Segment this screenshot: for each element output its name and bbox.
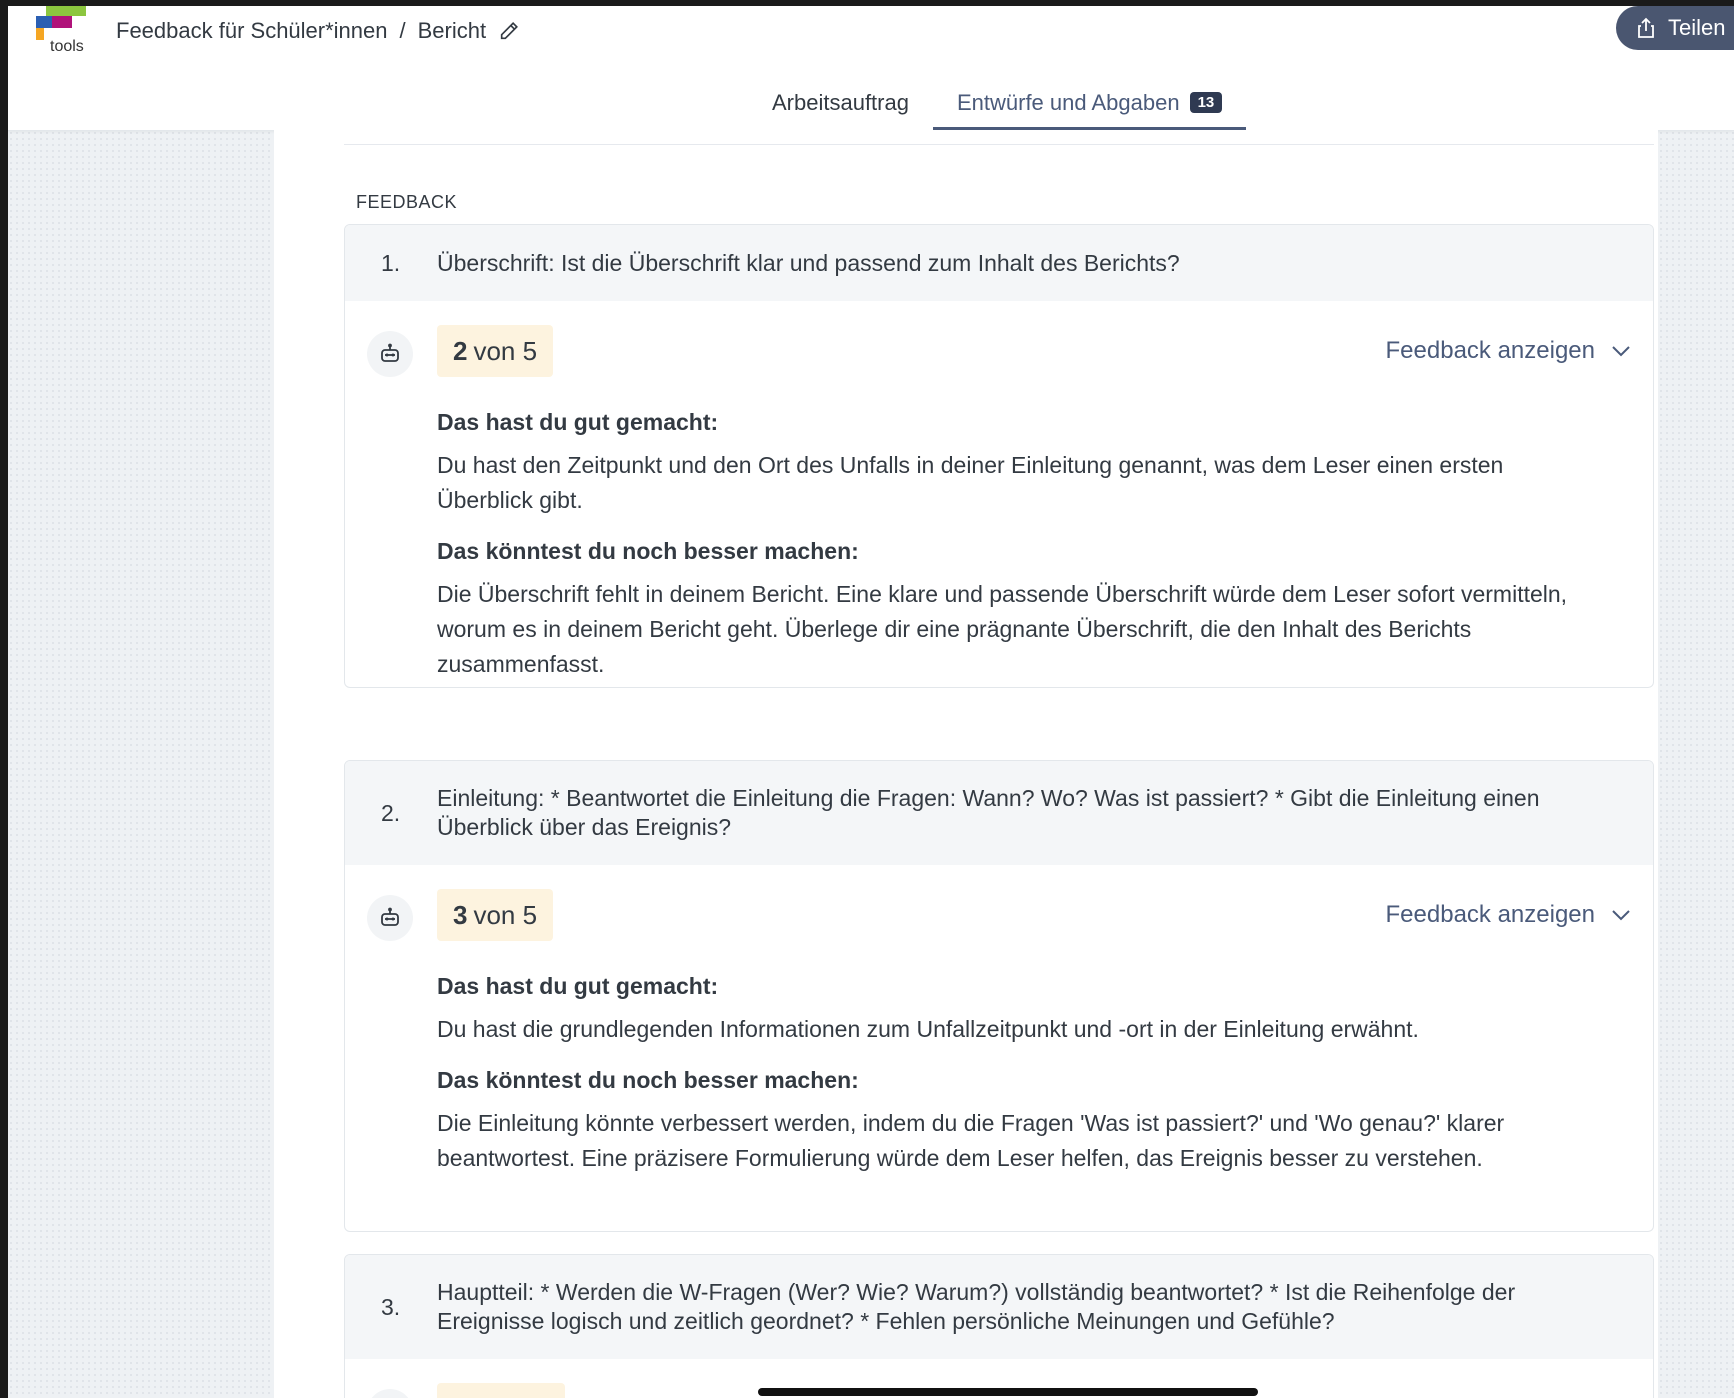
score-suffix: von 5 xyxy=(473,335,538,366)
breadcrumb: Feedback für Schüler*innen / Bericht xyxy=(116,16,520,46)
feedback-toggle-button[interactable]: Feedback anzeigen xyxy=(1386,901,1631,929)
criterion-number: 1. xyxy=(381,249,401,276)
card-header: 3. Hauptteil: * Werden die W-Fragen (Wer… xyxy=(345,1255,1653,1359)
improve-text: Die Überschrift fehlt in deinem Bericht.… xyxy=(437,581,1568,677)
share-button[interactable]: Teilen xyxy=(1616,6,1734,50)
good-text: Du hast den Zeitpunkt und den Ort des Un… xyxy=(437,452,1504,513)
good-heading: Das hast du gut gemacht: xyxy=(437,409,719,435)
tab-bar: Arbeitsauftrag Entwürfe und Abgaben 13 xyxy=(748,76,1247,130)
sidebar-background xyxy=(8,130,274,1398)
good-text: Du hast die grundlegenden Informationen … xyxy=(437,1016,1419,1042)
feedback-card-3: 3. Hauptteil: * Werden die W-Fragen (Wer… xyxy=(344,1254,1654,1398)
home-indicator xyxy=(758,1388,1258,1396)
tab-entwuerfe-und-abgaben[interactable]: Entwürfe und Abgaben 13 xyxy=(932,76,1247,130)
criterion-number: 2. xyxy=(381,799,401,826)
robot-icon xyxy=(367,1389,413,1398)
main-content: FEEDBACK 1. Überschrift: Ist die Übersch… xyxy=(274,130,1658,1398)
breadcrumb-item-bericht: Bericht xyxy=(417,18,487,43)
feedback-card-2: 2. Einleitung: * Beantwortet die Einleit… xyxy=(344,760,1654,1232)
score-badge xyxy=(437,1383,565,1398)
breadcrumb-item-feedback[interactable]: Feedback für Schüler*innen xyxy=(116,18,388,44)
improve-heading: Das könntest du noch besser machen: xyxy=(437,1067,859,1093)
score-badge: 2 von 5 xyxy=(437,325,554,377)
card-header: 2. Einleitung: * Beantwortet die Einleit… xyxy=(345,761,1653,865)
feedback-card-1: 1. Überschrift: Ist die Überschrift klar… xyxy=(344,224,1654,688)
count-badge: 13 xyxy=(1189,92,1223,113)
tab-label: Entwürfe und Abgaben xyxy=(956,90,1180,115)
score-row: 2 von 5 Feedback anzeigen xyxy=(345,301,1653,401)
section-title: FEEDBACK xyxy=(356,192,458,212)
criterion-question: Einleitung: * Beantwortet die Einleitung… xyxy=(437,785,1540,840)
criterion-number: 3. xyxy=(381,1293,401,1320)
card-header: 1. Überschrift: Ist die Überschrift klar… xyxy=(345,225,1653,301)
robot-icon xyxy=(367,895,413,941)
score-row: 3 von 5 Feedback anzeigen xyxy=(345,865,1653,965)
share-icon xyxy=(1638,17,1654,38)
share-label: Teilen xyxy=(1668,15,1726,40)
right-background xyxy=(1658,130,1734,1398)
improve-text: Die Einleitung könnte verbessert werden,… xyxy=(437,1110,1505,1171)
feedback-toggle-label: Feedback anzeigen xyxy=(1385,337,1595,364)
logo-text: tools xyxy=(50,38,84,55)
previous-section-edge xyxy=(344,130,1654,145)
feedback-body: Das hast du gut gemacht: Du hast die gru… xyxy=(345,973,1653,1176)
app-logo[interactable]: tools xyxy=(36,6,96,64)
tab-label: Arbeitsauftrag xyxy=(772,90,909,115)
robot-icon xyxy=(367,331,413,377)
chevron-down-icon xyxy=(1612,910,1630,921)
score-value: 3 xyxy=(453,899,468,930)
score-value: 2 xyxy=(453,335,468,366)
pencil-icon[interactable] xyxy=(498,20,520,42)
criterion-question: Überschrift: Ist die Überschrift klar un… xyxy=(437,249,1180,276)
breadcrumb-separator: / xyxy=(399,18,406,43)
feedback-body: Das hast du gut gemacht: Du hast den Zei… xyxy=(345,409,1653,682)
score-suffix: von 5 xyxy=(473,899,538,930)
chevron-down-icon xyxy=(1612,346,1630,357)
score-badge: 3 von 5 xyxy=(437,889,554,941)
feedback-toggle-label: Feedback anzeigen xyxy=(1385,901,1595,928)
app-window: tools Feedback für Schüler*innen / Beric… xyxy=(8,6,1734,1398)
top-header: tools Feedback für Schüler*innen / Beric… xyxy=(8,6,1734,131)
criterion-question: Hauptteil: * Werden die W-Fragen (Wer? W… xyxy=(437,1279,1516,1334)
improve-heading: Das könntest du noch besser machen: xyxy=(437,538,859,564)
good-heading: Das hast du gut gemacht: xyxy=(437,973,719,999)
feedback-toggle-button[interactable]: Feedback anzeigen xyxy=(1386,337,1631,365)
tab-arbeitsauftrag[interactable]: Arbeitsauftrag xyxy=(748,76,933,130)
